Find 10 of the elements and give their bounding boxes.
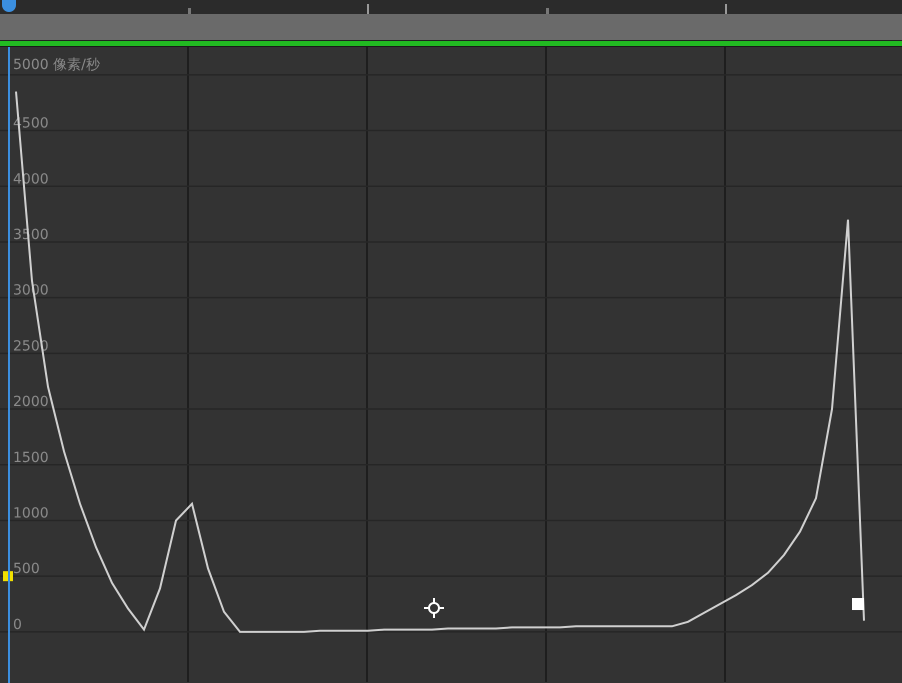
axis-tick-label: 1500 (13, 450, 49, 466)
crosshair-icon (424, 598, 444, 618)
axis-unit-label: 5000 像素/秒 (13, 58, 100, 72)
axis-tick-label: 0 (13, 616, 22, 633)
axis-tick-label: 500 (13, 561, 40, 578)
work-area-bar[interactable] (0, 14, 902, 41)
axis-tick-label: 2000 (13, 394, 49, 410)
playhead-marker[interactable] (2, 0, 16, 12)
axis-tick-label: 1000 (13, 505, 49, 522)
keyframe-marker[interactable] (852, 598, 864, 610)
